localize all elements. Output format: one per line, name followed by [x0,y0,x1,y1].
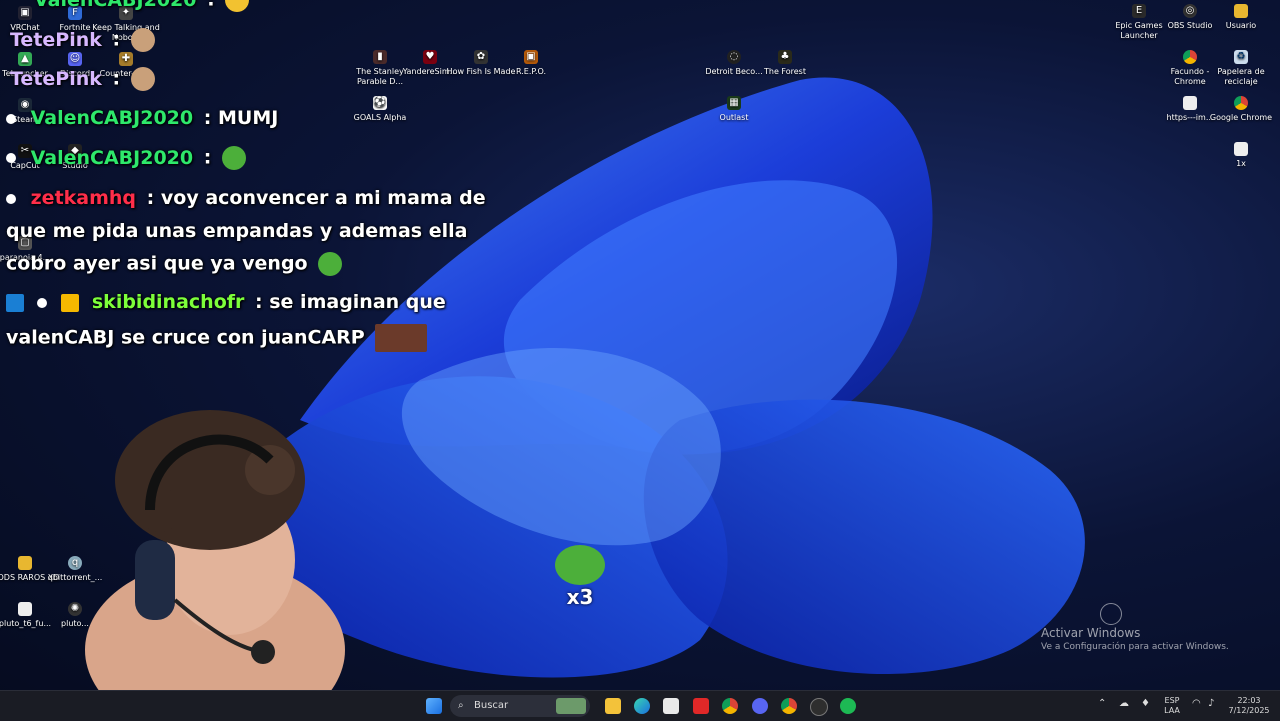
chat-message-continued: que me pida unas empandas y ademas ella [6,220,467,242]
clock-date: 7/12/2025 [1228,706,1270,715]
vrchat-icon: ▣ [18,6,32,20]
viewer-badge [6,113,16,124]
activate-windows-watermark: Activar Windows Ve a Configuración para … [1041,626,1229,652]
language-indicator[interactable]: ESP LAA [1160,696,1184,716]
loading-spinner [1100,603,1122,625]
dog-emote [130,28,155,52]
epic-games-icon: E [1132,4,1146,18]
viewer-badge [36,297,47,308]
chat-text: MUMJ [217,107,279,129]
taskbar: ⌕ Buscar ⌃ ☁ ♦ ESP LAA ◠ ♪ 22:03 7/12/20… [0,690,1280,721]
floating-emote: x3 [552,545,608,609]
chat-username: skibidinachofr [91,291,245,313]
desktop-icon-outlast[interactable]: ▦ Outlast [699,96,769,123]
folder-icon [18,556,32,570]
pepe-emote [318,252,343,276]
desktop-icon-the-forest[interactable]: ♣ The Forest [750,50,820,77]
chat-message: skibidinachofr : se imaginan que [6,291,446,313]
prime-badge [6,293,24,312]
chat-message: TetePink : [10,28,155,52]
folder-icon [1234,4,1248,18]
cloud-icon[interactable]: ☁ [1119,699,1129,709]
chrome-icon[interactable] [781,698,797,714]
chrome-icon [1183,50,1197,64]
recycle-bin-icon: ♻ [1234,50,1248,64]
file-icon [1183,96,1197,110]
chevron-up-icon[interactable]: ⌃ [1098,699,1106,709]
detroit-icon: ◌ [727,50,741,64]
watermark-subtitle: Ve a Configuración para activar Windows. [1041,642,1229,652]
goals-icon: ⚽ [373,96,387,110]
clock-time: 22:03 [1237,696,1261,705]
chat-message: zetkamhq : voy aconvencer a mi mama de [6,187,486,209]
repo-icon: ▣ [524,50,538,64]
chat-text: que me pida unas empandas y ademas ella [6,220,468,242]
obs-icon[interactable] [810,698,828,716]
face-emote [375,324,428,352]
spotify-icon[interactable] [840,698,856,714]
discord-icon: ☺ [68,52,82,66]
chat-username: zetkamhq [30,187,137,209]
chrome-icon [1234,96,1248,110]
desktop-icon-1x[interactable]: 1x [1206,142,1276,169]
chat-text: se imaginan que [269,291,446,313]
chat-username: ValenCABJ2020 [30,107,194,129]
chat-username: TetePink [10,28,102,51]
chat-text: valenCABJ se cruce con juanCARP [6,326,365,349]
chat-username: ValenCABJ2020 [30,146,194,169]
outlast-icon: ▦ [727,96,741,110]
chat-message: ValenCABJ2020 : MUMJ [6,107,278,129]
store-icon[interactable] [663,698,679,714]
emote-multiplier: x3 [566,585,594,609]
dog-emote [130,67,155,91]
search-highlight-icon [556,698,586,714]
viewer-badge [6,153,16,163]
webcam-overlay [85,410,345,700]
chat-message: ValenCABJ2020 : [6,146,246,170]
obs-icon: ◎ [1183,4,1197,18]
file-icon [1234,142,1248,156]
pepe-emote [555,545,605,585]
edge-icon[interactable] [634,698,650,714]
laughing-emote [225,0,250,12]
chat-text: voy aconvencer a mi mama de [160,187,486,209]
watermark-title: Activar Windows [1041,626,1141,640]
counter-strike-icon: ✚ [119,52,133,66]
chat-username: ValenCABJ2020 [34,0,197,11]
crown-badge [61,293,80,312]
chat-message: ValenCABJ2020 : [34,0,250,12]
stanley-icon: ▮ [373,50,387,64]
chrome-icon[interactable] [722,698,738,714]
wps-icon[interactable] [693,698,709,714]
file-explorer-icon[interactable] [605,698,621,714]
yandere-icon: ♥ [423,50,437,64]
pepe-emote [221,146,246,170]
microphone-icon[interactable]: ♦ [1141,699,1150,709]
desktop-icon-recycle-bin[interactable]: ♻ Papelera de reciclaje [1206,50,1276,87]
search-placeholder: Buscar [474,700,509,711]
file-icon [18,602,32,616]
wifi-icon[interactable]: ◠ [1192,699,1201,709]
desktop-icon-google-chrome[interactable]: Google Chrome [1206,96,1276,123]
chat-message: TetePink : [10,67,155,91]
desktop-icon-usuario[interactable]: Usuario [1206,4,1276,31]
chat-message-continued: cobro ayer asi que ya vengo [6,252,343,276]
chat-text: cobro ayer asi que ya vengo [6,252,308,275]
search-icon: ⌕ [458,700,464,711]
launcher-icon: ▲ [18,52,32,66]
fish-icon: ✿ [474,50,488,64]
search-box[interactable]: ⌕ Buscar [450,695,590,717]
chat-username: TetePink [10,67,102,90]
volume-icon[interactable]: ♪ [1208,699,1214,709]
viewer-badge [6,193,16,204]
discord-icon[interactable] [752,698,768,714]
clock[interactable]: 22:03 7/12/2025 [1226,696,1272,716]
desktop-icon-repo[interactable]: ▣ R.E.P.O. [496,50,566,77]
forest-icon: ♣ [778,50,792,64]
windows-start-icon[interactable] [426,698,442,714]
chat-message-continued: valenCABJ se cruce con juanCARP [6,324,428,352]
desktop-icon-goals-alpha[interactable]: ⚽ GOALS Alpha [345,96,415,123]
